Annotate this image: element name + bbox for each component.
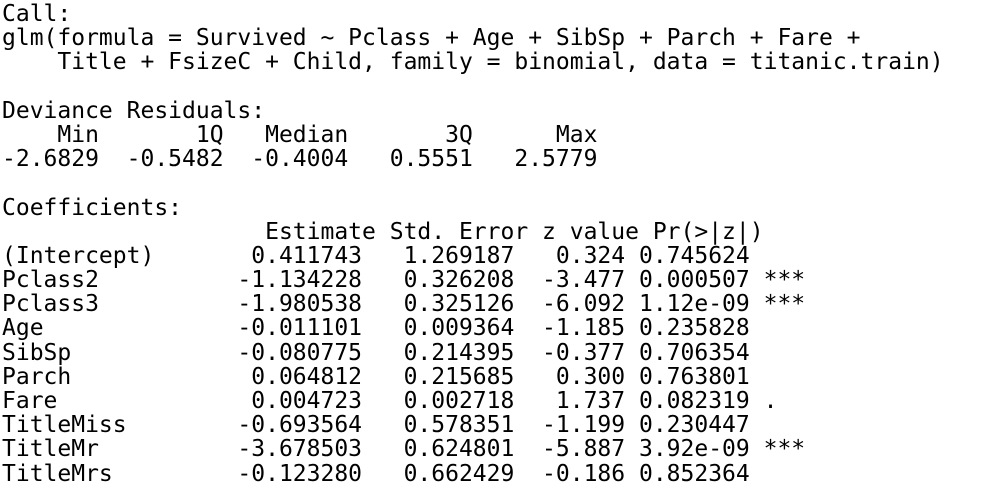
coefficients-header: Coefficients:: [2, 194, 183, 221]
call-header: Call:: [2, 1, 72, 27]
deviance-residuals-labels: Min 1Q Median 3Q Max: [2, 121, 626, 148]
coefficient-row-parch: Parch 0.064812 0.215685 0.300 0.763801: [2, 363, 806, 390]
coefficient-row-fare: Fare 0.004723 0.002718 1.737 0.082319 .: [2, 388, 806, 414]
call-formula-line-1: glm(formula = Survived ~ Pclass + Age + …: [2, 25, 861, 52]
coefficient-row-intercept: (Intercept) 0.411743 1.269187 0.324 0.74…: [2, 242, 806, 269]
coefficient-row-titlemiss: TitleMiss -0.693564 0.578351 -1.199 0.23…: [2, 412, 806, 439]
coefficient-row-pclass2: Pclass2 -1.134228 0.326208 -3.477 0.0005…: [2, 267, 806, 294]
coefficient-row-age: Age -0.011101 0.009364 -1.185 0.235828: [2, 315, 806, 342]
deviance-residuals-values: -2.6829 -0.5482 -0.4004 0.5551 2.5779: [2, 146, 626, 173]
coefficient-row-titlemr: TitleMr -3.678503 0.624801 -5.887 3.92e-…: [2, 436, 806, 463]
coefficient-row-titlemrs: TitleMrs -0.123280 0.662429 -0.186 0.852…: [2, 460, 806, 487]
deviance-residuals-header: Deviance Residuals:: [2, 97, 266, 124]
r-console-output: Call: glm(formula = Survived ~ Pclass + …: [0, 0, 997, 501]
coefficient-row-pclass3: Pclass3 -1.980538 0.325126 -6.092 1.12e-…: [2, 291, 806, 318]
call-formula-line-2: Title + FsizeC + Child, family = binomia…: [2, 49, 944, 76]
coefficient-row-sibsp: SibSp -0.080775 0.214395 -0.377 0.706354: [2, 339, 806, 366]
coefficients-column-headers: Estimate Std. Error z value Pr(>|z|): [2, 218, 819, 245]
